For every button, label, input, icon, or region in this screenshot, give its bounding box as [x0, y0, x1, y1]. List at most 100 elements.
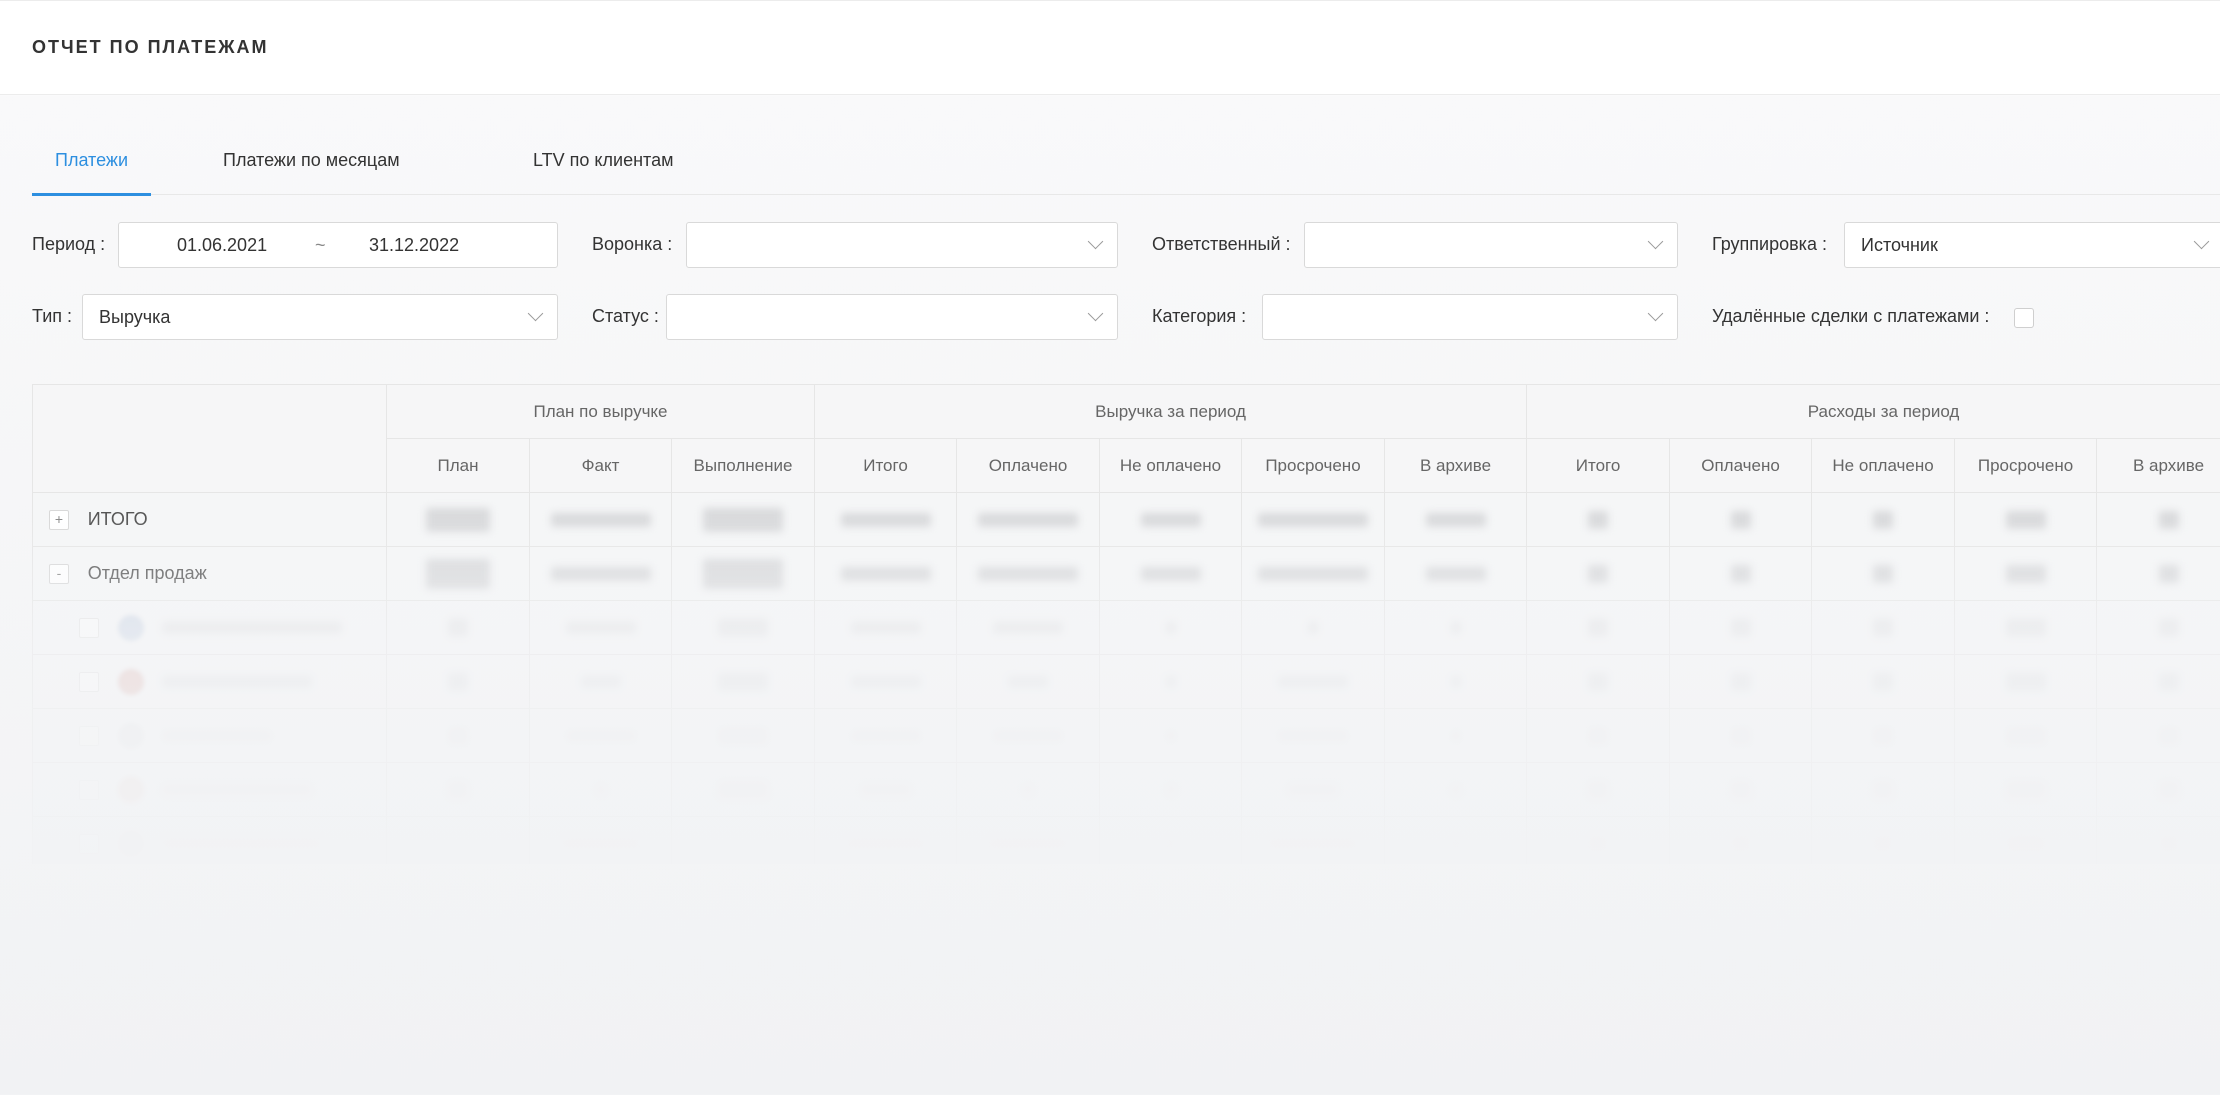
redacted-value	[1730, 565, 1751, 584]
table-cell	[956, 654, 1100, 709]
table-cell	[814, 546, 957, 601]
collapse-toggle[interactable]: -	[49, 563, 69, 584]
table-cell	[814, 654, 957, 709]
row-label: ИТОГО	[87, 509, 148, 529]
table-cell	[1383, 816, 1528, 864]
grouping-select[interactable]: Источник	[1844, 222, 2220, 268]
row-name-cell: + ИТОГО	[32, 492, 387, 547]
table-cell	[386, 654, 530, 709]
expand-toggle[interactable]: +	[49, 509, 69, 530]
redacted-value	[1588, 835, 1609, 854]
period-range-input[interactable]: 01.06.2021 ~ 31.12.2022	[118, 222, 558, 268]
redacted-value	[1873, 835, 1894, 854]
column-header-expenses-archived[interactable]: В архиве	[2096, 438, 2220, 493]
table-cell	[529, 708, 672, 763]
table-cell	[1526, 762, 1671, 817]
table-cell	[2096, 816, 2220, 864]
redacted-value	[1873, 673, 1894, 692]
page-title: ОТЧЕТ ПО ПЛАТЕЖАМ	[32, 37, 269, 57]
expand-toggle[interactable]	[79, 671, 99, 692]
chevron-down-icon	[1647, 305, 1664, 322]
category-label: Категория :	[1152, 306, 1247, 326]
redacted-value	[703, 558, 783, 589]
table-cell	[1526, 708, 1671, 763]
deleted-deals-checkbox[interactable]	[2014, 308, 2034, 328]
chevron-down-icon	[527, 305, 544, 322]
column-header-expenses-overdue[interactable]: Просрочено	[1954, 438, 2098, 493]
redacted-value	[1425, 513, 1486, 528]
table-cell	[1383, 600, 1528, 655]
column-header-completion[interactable]: Выполнение	[671, 438, 815, 493]
tab-ltv-by-clients[interactable]: LTV по клиентам	[510, 150, 696, 193]
table-cell	[529, 654, 672, 709]
redacted-value	[550, 513, 651, 528]
redacted-value	[1588, 727, 1609, 746]
table-cell	[1383, 762, 1528, 817]
redacted-value	[993, 622, 1063, 635]
table-cell	[1669, 546, 1813, 601]
period-from-value[interactable]: 01.06.2021	[177, 235, 267, 256]
table-cell	[1383, 708, 1528, 763]
column-header-expenses-paid[interactable]: Оплачено	[1669, 438, 1813, 493]
row-name-cell	[32, 762, 387, 817]
table-cell	[1954, 654, 2098, 709]
redacted-value	[850, 676, 921, 689]
redacted-value	[550, 567, 651, 582]
column-header-expenses-unpaid[interactable]: Не оплачено	[1811, 438, 1956, 493]
responsible-select[interactable]	[1304, 222, 1678, 268]
redacted-value	[703, 507, 783, 532]
expand-toggle[interactable]	[79, 833, 99, 854]
column-header-paid[interactable]: Оплачено	[956, 438, 1100, 493]
avatar	[117, 776, 144, 803]
column-header-overdue[interactable]: Просрочено	[1241, 438, 1385, 493]
table-cell	[1526, 492, 1671, 547]
expand-toggle[interactable]	[79, 617, 99, 638]
table-cell	[1669, 816, 1813, 864]
tab-bar: Платежи Платежи по месяцам LTV по клиент…	[32, 138, 2220, 196]
avatar	[117, 722, 144, 749]
redacted-value	[2005, 835, 2046, 854]
column-header-plan[interactable]: План	[386, 438, 530, 493]
row-name-cell	[32, 816, 387, 864]
table-cell	[1099, 600, 1242, 655]
period-to-value[interactable]: 31.12.2022	[369, 235, 459, 256]
redacted-value	[1023, 784, 1033, 797]
column-header-expenses-total[interactable]: Итого	[1526, 438, 1671, 493]
table-cell	[1383, 492, 1528, 547]
redacted-value	[1450, 730, 1461, 743]
table-cell	[814, 816, 957, 864]
table-cell	[529, 492, 672, 547]
type-select[interactable]: Выручка	[82, 294, 558, 340]
responsible-label: Ответственный :	[1152, 234, 1291, 254]
row-label: Отдел продаж	[87, 563, 207, 583]
table-cell	[386, 546, 530, 601]
expand-toggle[interactable]	[79, 725, 99, 746]
table-row: - Отдел продаж	[32, 546, 2220, 601]
category-select[interactable]	[1262, 294, 1678, 340]
redacted-value	[850, 730, 921, 743]
table-cell	[2096, 546, 2220, 601]
redacted-value	[1425, 567, 1486, 582]
redacted-value	[1450, 676, 1461, 689]
redacted-value	[1588, 511, 1609, 530]
status-label: Статус :	[592, 306, 659, 326]
funnel-select[interactable]	[686, 222, 1118, 268]
column-header-archived[interactable]: В архиве	[1383, 438, 1528, 493]
column-header-fact[interactable]: Факт	[529, 438, 672, 493]
redacted-value	[565, 730, 636, 743]
redacted-value	[580, 676, 621, 689]
table-cell	[956, 492, 1100, 547]
deleted-deals-label: Удалённые сделки с платежами :	[1712, 306, 1990, 326]
tab-payments-by-month[interactable]: Платежи по месяцам	[200, 150, 423, 193]
redacted-value	[448, 619, 468, 638]
tab-payments[interactable]: Платежи	[32, 150, 152, 196]
redacted-value	[1258, 513, 1368, 528]
table-cell	[1241, 654, 1385, 709]
expand-toggle[interactable]	[79, 779, 99, 800]
column-header-total[interactable]: Итого	[814, 438, 957, 493]
redacted-value	[1258, 567, 1368, 582]
redacted-value	[978, 513, 1078, 528]
column-header-unpaid[interactable]: Не оплачено	[1099, 438, 1242, 493]
table-cell	[2096, 708, 2220, 763]
status-select[interactable]	[666, 294, 1118, 340]
